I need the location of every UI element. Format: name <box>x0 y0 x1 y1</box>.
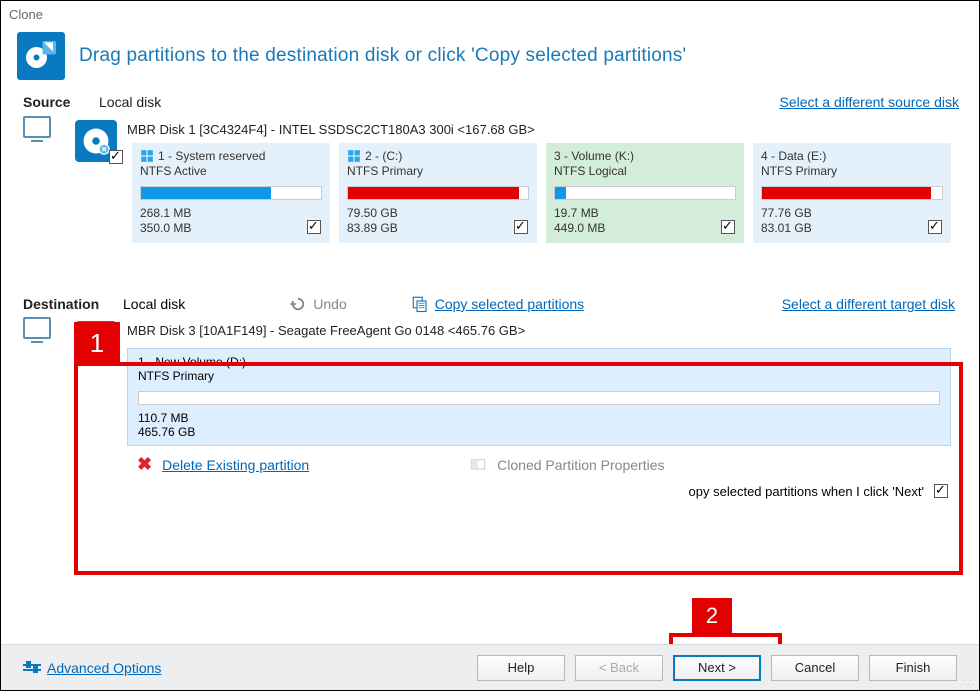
sliders-icon <box>23 664 41 671</box>
help-button[interactable]: Help <box>477 655 565 681</box>
destination-location: Local disk <box>123 296 185 312</box>
part-used: 77.76 GB <box>761 206 943 221</box>
next-button[interactable]: Next > <box>673 655 761 681</box>
select-source-link[interactable]: Select a different source disk <box>779 94 959 110</box>
part-total: 449.0 MB <box>554 221 736 236</box>
undo-label: Undo <box>313 296 346 312</box>
part-total: 83.01 GB <box>761 221 943 236</box>
part-type: NTFS Primary <box>761 164 943 178</box>
advanced-options-label: Advanced Options <box>47 660 161 676</box>
part-title: 4 - Data (E:) <box>761 149 826 163</box>
header-message: Drag partitions to the destination disk … <box>79 45 686 67</box>
monitor-icon <box>23 116 51 138</box>
source-partition-3[interactable]: 3 - Volume (K:)NTFS Logical 19.7 MB449.0 … <box>546 143 744 243</box>
advanced-options-link[interactable]: Advanced Options <box>23 660 161 676</box>
annotation-label-1: 1 <box>74 322 120 365</box>
copy-partitions-label: Copy selected partitions <box>435 296 584 312</box>
finish-button[interactable]: Finish <box>869 655 957 681</box>
windows-icon <box>140 149 154 163</box>
destination-label: Destination <box>23 296 101 312</box>
source-partition-4[interactable]: 4 - Data (E:)NTFS Primary 77.76 GB83.01 G… <box>753 143 951 243</box>
source-label: Source <box>23 94 87 110</box>
annotation-label-2: 2 <box>692 598 732 633</box>
part-used: 268.1 MB <box>140 206 322 221</box>
part-type: NTFS Primary <box>347 164 529 178</box>
copy-on-next-checkbox[interactable] <box>934 484 948 498</box>
part-usage-bar <box>761 186 943 200</box>
windows-icon <box>347 149 361 163</box>
part-type: NTFS Active <box>140 164 322 178</box>
part-used: 19.7 MB <box>554 206 736 221</box>
source-partition-2[interactable]: 2 - (C:)NTFS Primary 79.50 GB83.89 GB <box>339 143 537 243</box>
clone-icon <box>17 32 65 80</box>
part-usage-bar <box>554 186 736 200</box>
part-title: 3 - Volume (K:) <box>554 149 634 163</box>
part-checkbox[interactable] <box>928 220 942 234</box>
part-total: 83.89 GB <box>347 221 529 236</box>
dest-part-usage-bar <box>138 391 940 405</box>
part-used: 79.50 GB <box>347 206 529 221</box>
header: Drag partitions to the destination disk … <box>1 24 979 90</box>
source-location: Local disk <box>99 94 161 110</box>
source-partition-1[interactable]: 1 - System reservedNTFS Active 268.1 MB35… <box>132 143 330 243</box>
part-usage-bar <box>347 186 529 200</box>
cancel-button[interactable]: Cancel <box>771 655 859 681</box>
back-button: < Back <box>575 655 663 681</box>
dest-disk-title: MBR Disk 3 [10A1F149] - Seagate FreeAgen… <box>127 321 951 344</box>
source-disk-title: MBR Disk 1 [3C4324F4] - INTEL SSDSC2CT18… <box>127 120 951 143</box>
part-checkbox[interactable] <box>514 220 528 234</box>
copy-partitions-button[interactable]: Copy selected partitions <box>411 295 584 313</box>
part-usage-bar <box>140 186 322 200</box>
resize-grip[interactable]: ∴∴ <box>960 681 975 686</box>
copy-icon <box>411 295 429 313</box>
monitor-icon-dest <box>23 317 51 339</box>
select-target-link[interactable]: Select a different target disk <box>782 296 955 312</box>
part-title: 1 - System reserved <box>158 149 265 163</box>
part-total: 350.0 MB <box>140 221 322 236</box>
part-type: NTFS Logical <box>554 164 736 178</box>
footer-bar: Advanced Options Help < Back Next > Canc… <box>1 644 979 690</box>
undo-button[interactable]: Undo <box>289 295 346 313</box>
window-title: Clone <box>1 1 979 24</box>
part-checkbox[interactable] <box>721 220 735 234</box>
part-checkbox[interactable] <box>307 220 321 234</box>
source-header-row: Source Local disk Select a different sou… <box>1 90 979 114</box>
part-title: 2 - (C:) <box>365 149 402 163</box>
destination-header-row: Destination Local disk Undo Copy selecte… <box>1 295 979 313</box>
select-all-source-checkbox[interactable] <box>109 150 123 164</box>
